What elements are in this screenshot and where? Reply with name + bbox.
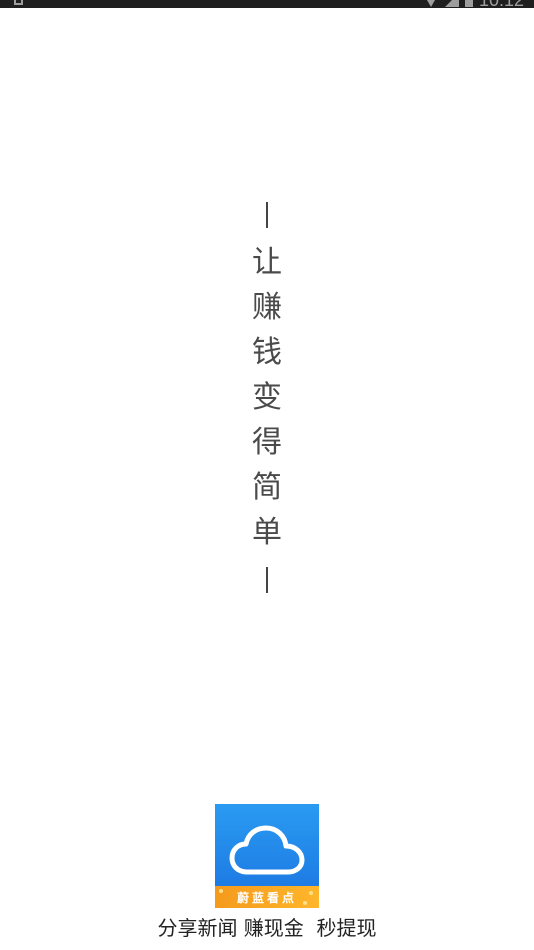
slogan: 让 赚 钱 变 得 简 单 <box>247 202 287 593</box>
battery-icon <box>464 0 473 7</box>
slogan-char: 赚 <box>252 290 282 325</box>
slogan-char: 让 <box>252 245 282 280</box>
app-logo: 蔚蓝看点 <box>215 804 319 908</box>
status-bar: 10:12 <box>0 0 534 8</box>
slogan-char: 得 <box>252 425 282 460</box>
tagline: 分享新闻 赚现金 秒提现 <box>157 916 377 940</box>
cloud-icon <box>229 825 305 875</box>
slogan-char: 简 <box>252 470 282 505</box>
notification-icon <box>14 0 23 5</box>
slogan-top-divider <box>266 202 268 228</box>
status-icons: 10:12 <box>422 0 524 8</box>
status-time: 10:12 <box>479 0 524 8</box>
slogan-bottom-divider <box>266 567 268 593</box>
wifi-icon <box>422 0 439 7</box>
slogan-char: 单 <box>252 515 282 550</box>
app-logo-banner: 蔚蓝看点 <box>215 886 319 908</box>
slogan-char: 变 <box>252 380 282 415</box>
app-name: 蔚蓝看点 <box>236 890 297 905</box>
slogan-char: 钱 <box>252 335 282 370</box>
signal-icon <box>444 0 459 7</box>
